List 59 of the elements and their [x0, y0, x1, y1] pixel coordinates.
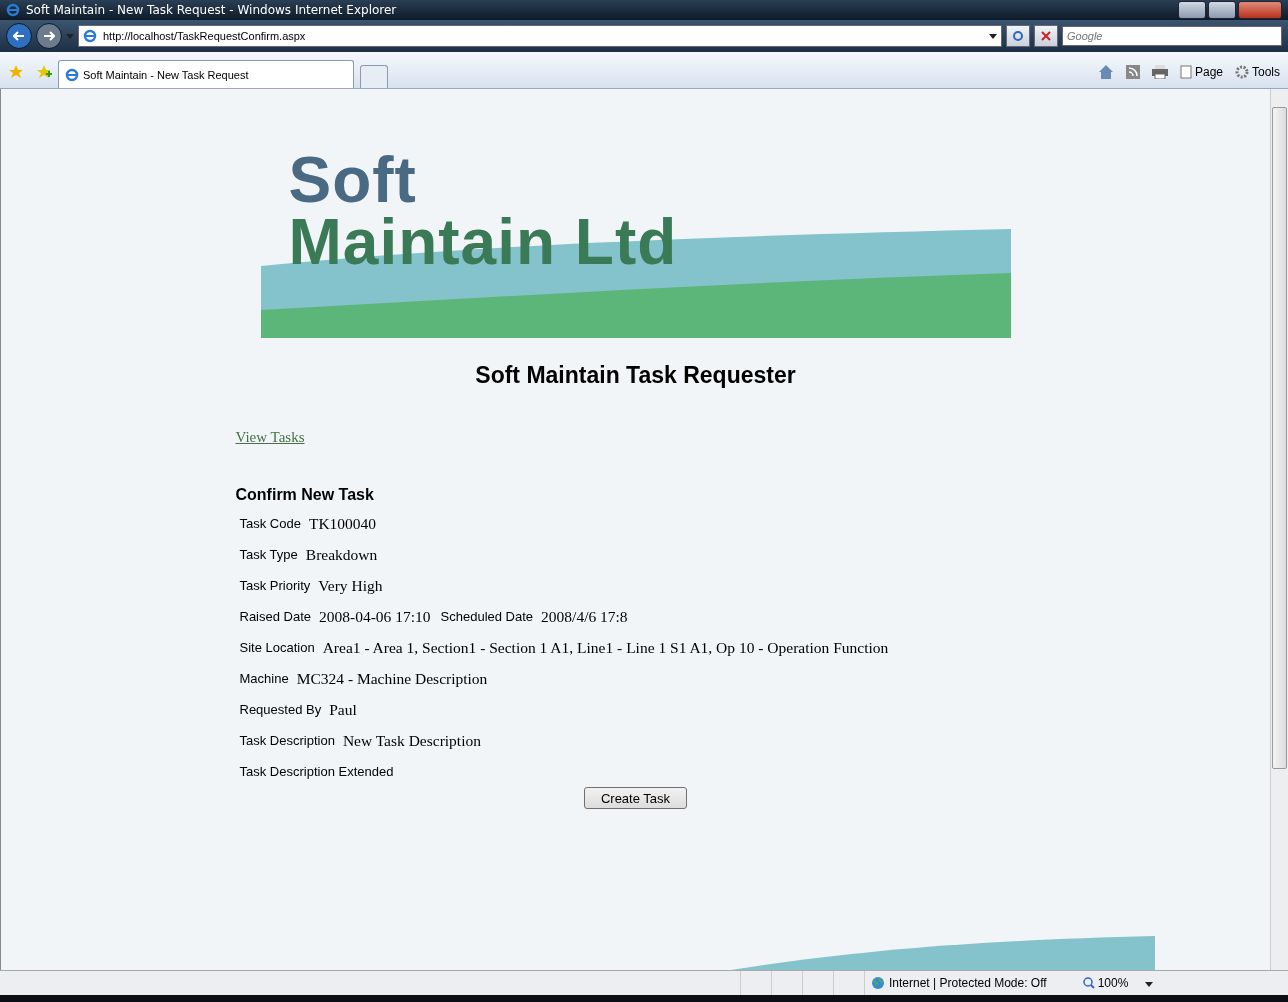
window-title: Soft Maintain - New Task Request - Windows Internet Explorer — [26, 3, 398, 17]
field-value: Area1 - Area 1, Section1 - Section 1 A1, Line1 - Line 1 S1 A1, Op 10 - Operation Function — [322, 638, 889, 657]
field-label: Task Type — [239, 547, 298, 562]
caret-icon — [1145, 982, 1154, 987]
home-icon[interactable] — [1097, 64, 1114, 80]
field-label: Scheduled Date — [440, 609, 534, 624]
gear-icon — [1235, 65, 1249, 79]
field-value: MC324 - Machine Description — [296, 669, 488, 688]
close-button[interactable] — [1238, 1, 1282, 19]
page-heading: Soft Maintain Task Requester — [475, 362, 796, 389]
browser-icon — [65, 67, 79, 82]
star-icon[interactable] — [8, 64, 24, 80]
browser-icon — [6, 3, 20, 17]
field-label: Task Description Extended — [239, 764, 394, 779]
zoom-control[interactable]: 100% — [1064, 976, 1182, 990]
field-label: Machine — [239, 671, 289, 686]
field-label: Task Priority — [239, 578, 311, 593]
browser-tab[interactable]: Soft Maintain - New Task Request — [58, 60, 354, 88]
page-menu[interactable]: Page — [1179, 65, 1223, 79]
field-value: 2008/4/6 17:8 — [541, 607, 628, 626]
field-value: Very High — [318, 576, 383, 595]
view-tasks-link[interactable]: View Tasks — [235, 429, 305, 446]
back-button[interactable] — [6, 23, 32, 49]
field-label: Raised Date — [239, 609, 312, 624]
feed-icon[interactable] — [1125, 65, 1140, 79]
refresh-icon — [1012, 30, 1024, 42]
arrow-left-icon — [13, 31, 25, 41]
browser-icon — [83, 29, 97, 43]
stop-button[interactable] — [1034, 25, 1058, 47]
field-label: Requested By — [239, 702, 322, 717]
caret-icon — [66, 33, 74, 39]
add-star-icon[interactable] — [36, 64, 52, 80]
security-zone[interactable]: Internet | Protected Mode: Off — [865, 976, 1065, 990]
tools-menu[interactable]: Tools — [1235, 65, 1280, 79]
field-label: Task Code — [239, 516, 301, 531]
close-icon — [1041, 31, 1051, 41]
caret-icon — [989, 33, 997, 39]
logo-text: Soft — [288, 148, 417, 212]
zoom-icon — [1082, 977, 1095, 989]
globe-icon — [871, 976, 885, 990]
search-field[interactable]: Google — [1062, 26, 1282, 46]
arrow-right-icon — [43, 31, 55, 41]
refresh-button[interactable] — [1006, 25, 1030, 47]
address-field[interactable]: http://localhost/TaskRequestConfirm.aspx — [78, 25, 1002, 47]
minimize-button[interactable] — [1178, 1, 1206, 19]
page-icon — [1179, 65, 1192, 79]
forward-button[interactable] — [36, 23, 62, 49]
maximize-button[interactable] — [1208, 1, 1236, 19]
scrollbar[interactable] — [1270, 89, 1288, 970]
field-value: TK100040 — [308, 514, 377, 533]
field-value: New Task Description — [342, 731, 481, 750]
field-value: Breakdown — [305, 545, 378, 564]
field-value: 2008-04-06 17:10 — [319, 607, 431, 626]
field-label: Site Location — [239, 640, 315, 655]
field-label: Task Description — [239, 733, 335, 748]
form-title: Confirm New Task — [235, 486, 374, 504]
create-task-button[interactable]: Create Task — [584, 787, 687, 809]
field-value: Paul — [329, 700, 357, 719]
printer-icon[interactable] — [1151, 65, 1168, 79]
